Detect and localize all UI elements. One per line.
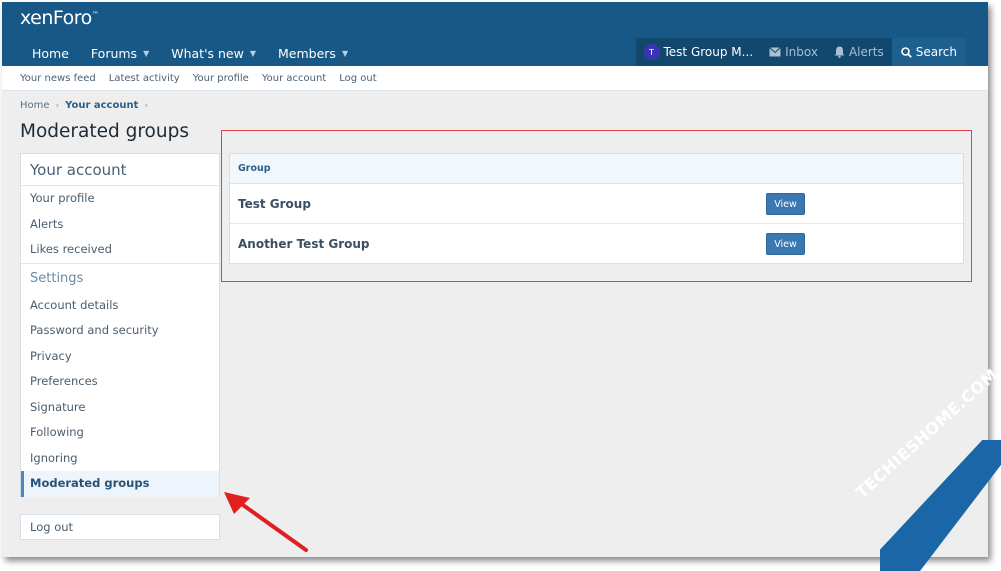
sidebar-title: Your account bbox=[21, 154, 219, 186]
search-button[interactable]: Search bbox=[891, 38, 966, 66]
red-arrow-icon bbox=[224, 492, 308, 552]
subnav-news-feed[interactable]: Your news feed bbox=[20, 73, 96, 84]
page-title: Moderated groups bbox=[20, 121, 189, 142]
browser-viewport: xenForo™ Home Forums ▼ What's new ▼ Member… bbox=[2, 2, 988, 557]
nav-forums[interactable]: Forums ▼ bbox=[80, 42, 160, 66]
sidebar-item-your-profile[interactable]: Your profile bbox=[21, 186, 219, 212]
alerts-label: Alerts bbox=[848, 45, 884, 59]
site-logo[interactable]: xenForo™ bbox=[20, 7, 99, 29]
nav-whats-new-label: What's new bbox=[171, 46, 244, 61]
site-header: xenForo™ Home Forums ▼ What's new ▼ Member… bbox=[2, 2, 988, 66]
inbox-label: Inbox bbox=[785, 45, 818, 59]
breadcrumb: Home › Your account › bbox=[20, 100, 148, 111]
subnav-your-profile[interactable]: Your profile bbox=[193, 73, 249, 84]
chevron-right-icon: › bbox=[55, 100, 60, 111]
sidebar-item-likes-received[interactable]: Likes received bbox=[21, 237, 219, 263]
highlight-box bbox=[221, 130, 972, 282]
nav-whats-new[interactable]: What's new ▼ bbox=[160, 42, 267, 66]
sidebar-item-following[interactable]: Following bbox=[21, 420, 219, 446]
bell-icon bbox=[834, 46, 845, 58]
chevron-down-icon[interactable]: ▼ bbox=[342, 43, 348, 65]
chevron-down-icon[interactable]: ▼ bbox=[250, 43, 256, 65]
breadcrumb-home[interactable]: Home bbox=[20, 100, 50, 111]
sidebar-item-preferences[interactable]: Preferences bbox=[21, 369, 219, 395]
inbox-button[interactable]: Inbox bbox=[761, 38, 826, 66]
nav-members[interactable]: Members ▼ bbox=[267, 42, 359, 66]
main-nav: Home Forums ▼ What's new ▼ Members ▼ bbox=[20, 42, 359, 66]
sidebar-item-privacy[interactable]: Privacy bbox=[21, 344, 219, 370]
nav-home-label: Home bbox=[32, 46, 69, 61]
sidebar-item-account-details[interactable]: Account details bbox=[21, 293, 219, 319]
alerts-button[interactable]: Alerts bbox=[826, 38, 892, 66]
chevron-right-icon: › bbox=[144, 100, 148, 111]
subnav-latest-activity[interactable]: Latest activity bbox=[109, 73, 180, 84]
sidebar-item-ignoring[interactable]: Ignoring bbox=[21, 446, 219, 472]
subnav-your-account[interactable]: Your account bbox=[262, 73, 326, 84]
nav-home[interactable]: Home bbox=[20, 42, 80, 66]
account-username: Test Group M... bbox=[663, 45, 754, 59]
sidebar-item-alerts[interactable]: Alerts bbox=[21, 212, 219, 238]
sidebar-item-moderated-groups[interactable]: Moderated groups bbox=[21, 471, 219, 497]
nav-forums-label: Forums bbox=[90, 46, 138, 61]
logo-tm: ™ bbox=[91, 10, 99, 19]
log-out-button[interactable]: Log out bbox=[20, 514, 220, 540]
account-menu-button[interactable]: T Test Group M... bbox=[636, 38, 762, 66]
logo-text: xenForo bbox=[20, 7, 92, 29]
breadcrumb-your-account[interactable]: Your account bbox=[65, 100, 138, 111]
account-sidebar: Your account Your profile Alerts Likes r… bbox=[20, 153, 220, 497]
chevron-down-icon[interactable]: ▼ bbox=[143, 43, 149, 65]
sidebar-section-settings: Settings bbox=[21, 262, 219, 293]
envelope-icon bbox=[769, 47, 781, 57]
sidebar-item-signature[interactable]: Signature bbox=[21, 395, 219, 421]
account-subnav: Your news feed Latest activity Your prof… bbox=[2, 66, 988, 91]
search-icon bbox=[900, 46, 912, 58]
user-nav: T Test Group M... Inbox Alerts Search bbox=[635, 38, 966, 66]
avatar: T bbox=[643, 44, 660, 60]
search-label: Search bbox=[915, 45, 957, 59]
nav-members-label: Members bbox=[278, 46, 336, 61]
sidebar-item-password-security[interactable]: Password and security bbox=[21, 318, 219, 344]
subnav-log-out[interactable]: Log out bbox=[339, 73, 376, 84]
